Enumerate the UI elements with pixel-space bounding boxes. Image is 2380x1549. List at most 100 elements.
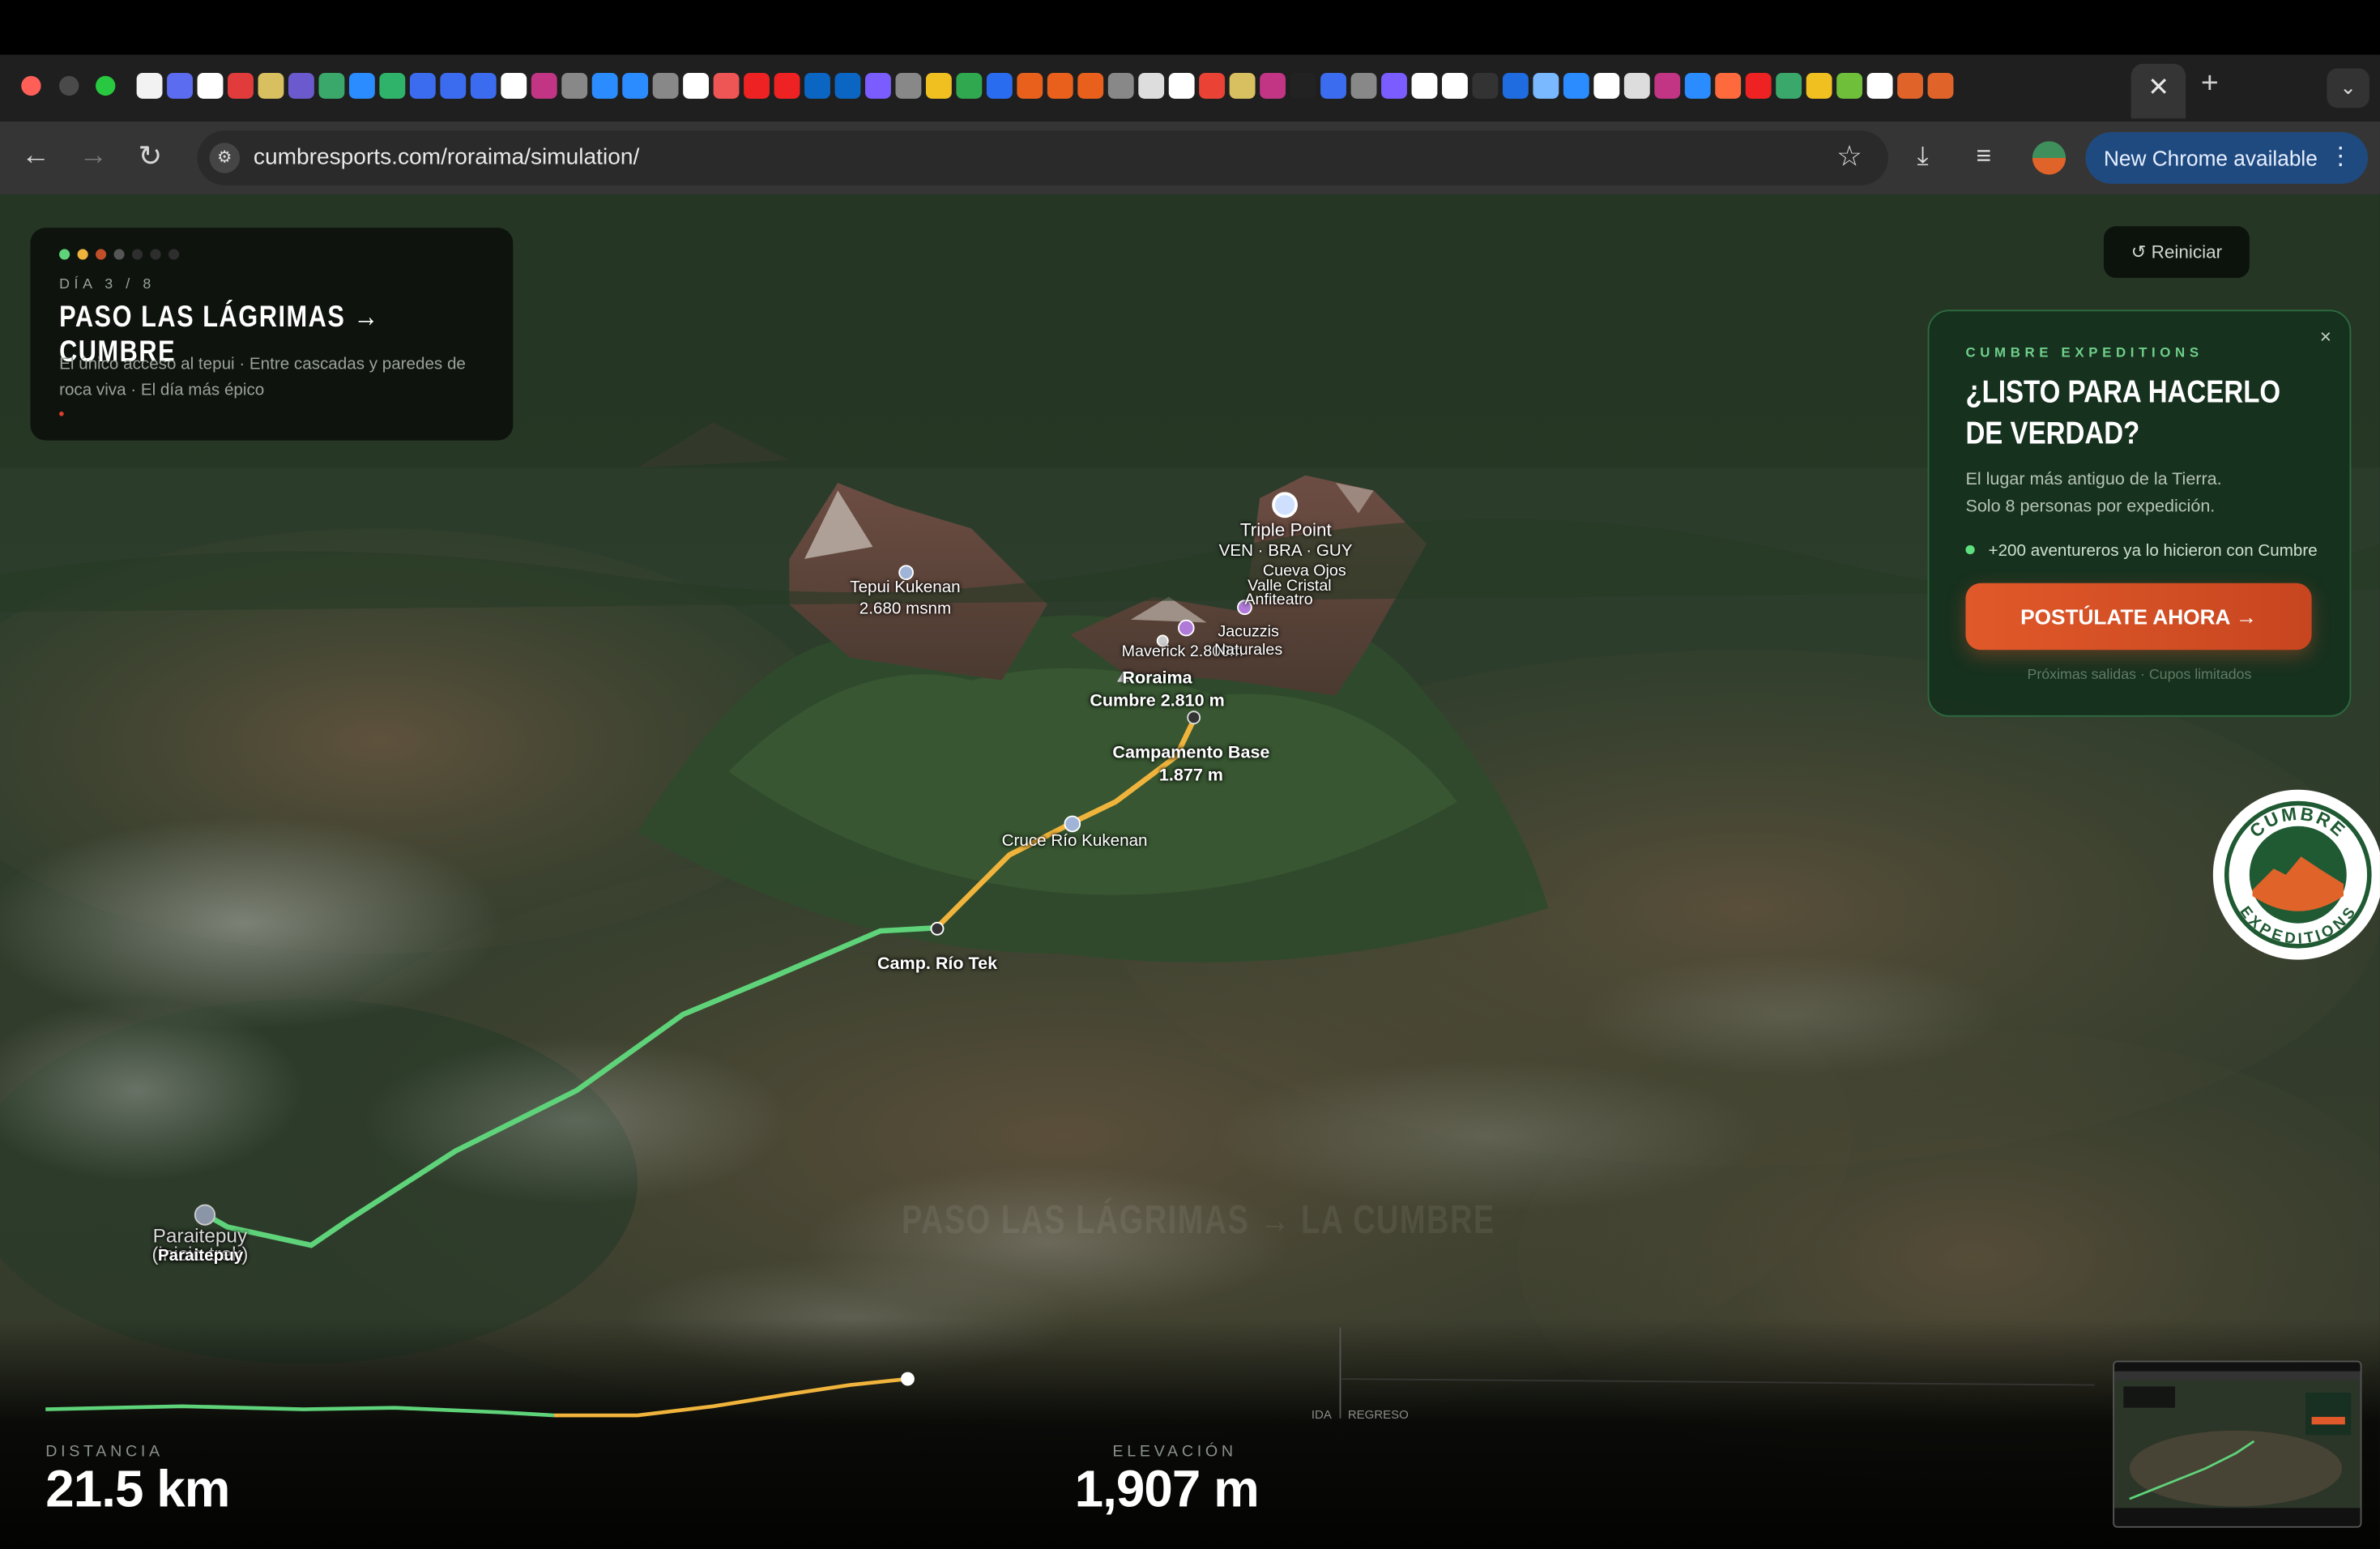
pinned-tab-favicon[interactable] xyxy=(683,72,710,99)
reload-icon[interactable]: ↻ xyxy=(139,139,163,174)
cruce-pin[interactable] xyxy=(1064,815,1081,833)
pinned-tab-favicon[interactable] xyxy=(318,72,345,99)
pinned-tab-favicon[interactable] xyxy=(1593,72,1620,99)
download-icon[interactable]: ⤓ xyxy=(1917,141,1928,171)
pinned-tab-favicon[interactable] xyxy=(1017,72,1043,99)
preview-thumbnail[interactable] xyxy=(2113,1360,2362,1528)
pinned-tab-favicon[interactable] xyxy=(1411,72,1438,99)
pinned-tab-favicon[interactable] xyxy=(774,72,800,99)
pinned-tab-favicon[interactable] xyxy=(1502,72,1529,99)
pinned-tab-favicon[interactable] xyxy=(288,72,314,99)
minimize-window-button[interactable] xyxy=(59,75,79,96)
pinned-tab-favicon[interactable] xyxy=(228,72,254,99)
pinned-tab-favicon[interactable] xyxy=(1866,72,1893,99)
pinned-tab-favicon[interactable] xyxy=(1442,72,1468,99)
profile-avatar[interactable] xyxy=(2032,141,2067,175)
back-icon[interactable]: ← xyxy=(21,139,50,173)
pinned-tab-favicon[interactable] xyxy=(1897,72,1923,99)
pinned-tab-favicon[interactable] xyxy=(470,72,497,99)
pinned-tab-favicon[interactable] xyxy=(1776,72,1802,99)
pinned-tab-favicon[interactable] xyxy=(561,72,588,99)
pinned-tab-favicon[interactable] xyxy=(1077,72,1104,99)
pinned-tab-favicon[interactable] xyxy=(1533,72,1559,99)
pinned-tab-favicon[interactable] xyxy=(1745,72,1772,99)
url-text[interactable]: cumbresports.com/roraima/simulation/ xyxy=(254,144,639,170)
site-info-icon[interactable]: ⚙ xyxy=(209,143,241,173)
chrome-update-label: New Chrome available xyxy=(2103,145,2318,170)
triple-point-pin[interactable] xyxy=(1272,492,1299,518)
pinned-tab-favicon[interactable] xyxy=(1138,72,1165,99)
elevation-value: 1,907 m xyxy=(1074,1461,1260,1519)
pinned-tab-favicon[interactable] xyxy=(1199,72,1226,99)
pinned-tab-favicon[interactable] xyxy=(440,72,467,99)
pinned-tab-favicon[interactable] xyxy=(804,72,830,99)
map-viewport[interactable]: Tepui Kukenan 2.680 msnm Triple Point VEN… xyxy=(0,194,2380,1549)
day-dot[interactable] xyxy=(168,249,180,260)
pinned-tab-favicon[interactable] xyxy=(622,72,649,99)
day-dot[interactable] xyxy=(77,249,88,260)
apply-now-button[interactable]: POSTÚLATE AHORA → xyxy=(1965,582,2312,651)
chrome-update-button[interactable]: New Chrome available ⋮ xyxy=(2085,132,2368,184)
close-icon[interactable]: × xyxy=(2320,325,2331,348)
pinned-tab-favicon[interactable] xyxy=(956,72,983,99)
address-bar[interactable]: ⚙ cumbresports.com/roraima/simulation/ ☆ xyxy=(197,130,1888,186)
pinned-tab-favicon[interactable] xyxy=(1472,72,1499,99)
day-dot[interactable] xyxy=(150,249,161,260)
triple-point-sub: VEN · BRA · GUY xyxy=(1218,542,1353,561)
pinned-tab-favicon[interactable] xyxy=(1047,72,1073,99)
pinned-tab-favicon[interactable] xyxy=(834,72,861,99)
pinned-tab-favicon[interactable] xyxy=(1836,72,1863,99)
pinned-tab-favicon[interactable] xyxy=(652,72,679,99)
pinned-tab-favicon[interactable] xyxy=(713,72,740,99)
pinned-tab-favicon[interactable] xyxy=(1350,72,1377,99)
pinned-tab-favicon[interactable] xyxy=(136,72,163,99)
day-dot[interactable] xyxy=(59,249,70,260)
pinned-tab-favicon[interactable] xyxy=(379,72,406,99)
close-window-button[interactable] xyxy=(21,75,41,96)
pinned-tab-favicon[interactable] xyxy=(1168,72,1195,99)
pinned-tab-favicon[interactable] xyxy=(1806,72,1832,99)
pinned-tab-favicon[interactable] xyxy=(744,72,770,99)
pinned-tab-favicon[interactable] xyxy=(1715,72,1742,99)
forward-icon[interactable]: → xyxy=(79,139,108,173)
pinned-tab-favicon[interactable] xyxy=(258,72,284,99)
pinned-tab-favicon[interactable] xyxy=(1654,72,1681,99)
pinned-tab-favicon[interactable] xyxy=(1563,72,1589,99)
pinned-tab-favicon[interactable] xyxy=(531,72,557,99)
day-dot[interactable] xyxy=(132,249,143,260)
bookmark-star-icon[interactable]: ☆ xyxy=(1836,139,1862,174)
pinned-tab-favicon[interactable] xyxy=(591,72,618,99)
pinned-tab-favicon[interactable] xyxy=(167,72,193,99)
pinned-tab-favicon[interactable] xyxy=(409,72,436,99)
pinned-tab-favicon[interactable] xyxy=(1927,72,1954,99)
pinned-tab-favicon[interactable] xyxy=(348,72,375,99)
pinned-tab-favicon[interactable] xyxy=(1260,72,1286,99)
pinned-tab-favicon[interactable] xyxy=(1107,72,1134,99)
media-controls-icon[interactable]: ≡ xyxy=(1977,141,1992,171)
zoom-window-button[interactable] xyxy=(96,75,116,96)
rio-tek-pin[interactable] xyxy=(930,921,945,936)
pinned-tab-favicon[interactable] xyxy=(501,72,527,99)
start-pin[interactable] xyxy=(194,1204,216,1226)
pinned-tab-favicon[interactable] xyxy=(986,72,1013,99)
reset-button[interactable]: ↺ Reiniciar xyxy=(2103,226,2250,279)
close-tab-icon[interactable]: ✕ xyxy=(2148,73,2169,103)
pinned-tab-favicon[interactable] xyxy=(895,72,922,99)
tab-search-button[interactable]: ⌄ xyxy=(2327,68,2369,109)
pinned-tab-favicon[interactable] xyxy=(865,72,891,99)
maverick-pin[interactable] xyxy=(1177,619,1195,637)
active-tab[interactable]: ✕ xyxy=(2130,63,2186,119)
pinned-tab-favicon[interactable] xyxy=(925,72,952,99)
pinned-tab-favicon[interactable] xyxy=(1320,72,1346,99)
new-tab-button[interactable]: + xyxy=(2201,66,2219,101)
cumbre-logo[interactable]: CUMBRE EXPEDITIONS xyxy=(2212,789,2380,960)
day-dot[interactable] xyxy=(96,249,107,260)
pinned-tab-favicon[interactable] xyxy=(197,72,224,99)
day-dot[interactable] xyxy=(113,249,125,260)
pinned-tab-favicon[interactable] xyxy=(1381,72,1407,99)
pinned-tab-favicon[interactable] xyxy=(1684,72,1711,99)
pinned-tab-favicon[interactable] xyxy=(1290,72,1316,99)
kebab-menu-icon[interactable]: ⋮ xyxy=(2328,141,2352,171)
pinned-tab-favicon[interactable] xyxy=(1229,72,1256,99)
pinned-tab-favicon[interactable] xyxy=(1623,72,1650,99)
